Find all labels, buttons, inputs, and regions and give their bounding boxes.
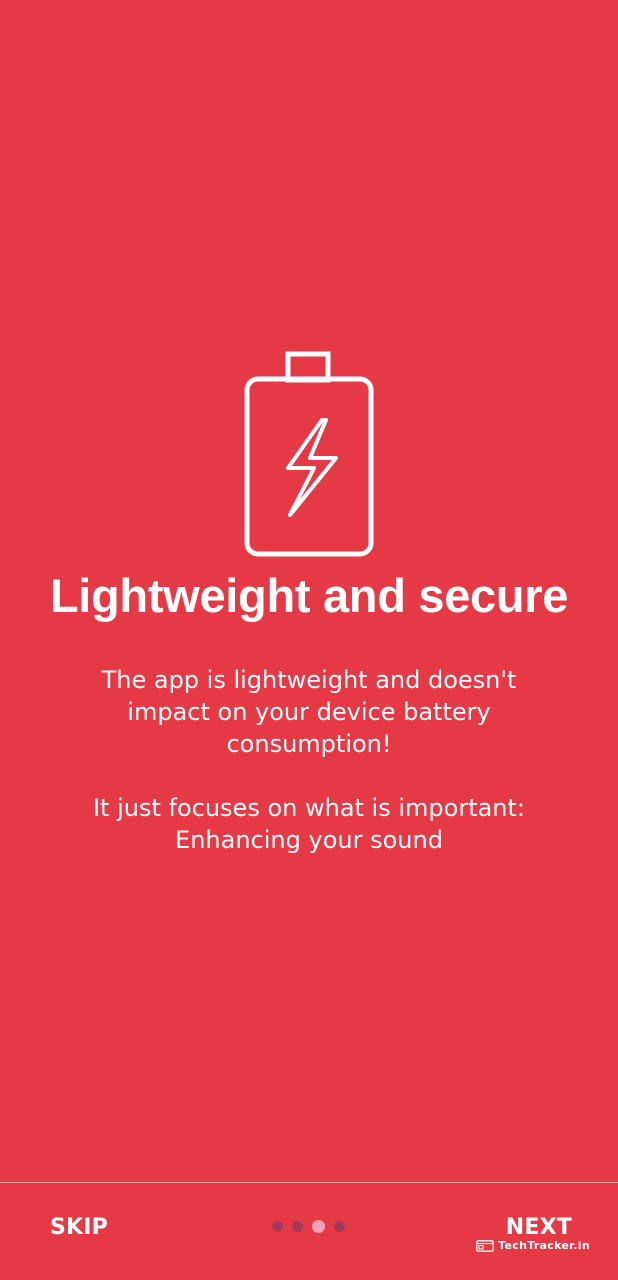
description: The app is lightweight and doesn't impac… (60, 664, 558, 856)
watermark-text: TechTracker.in (498, 1239, 590, 1252)
battery-charging-icon (244, 351, 374, 557)
onboarding-screen: Lightweight and secure The app is lightw… (0, 0, 618, 1280)
watermark: TechTracker.in (476, 1239, 590, 1252)
description-paragraph-1: The app is lightweight and doesn't impac… (101, 666, 517, 758)
page-dot-3-active[interactable] (312, 1219, 325, 1233)
page-dot-4[interactable] (334, 1220, 345, 1232)
page-indicator (272, 1219, 345, 1233)
onboarding-navigation-bar: SKIP NEXT TechTracker.in (0, 1183, 618, 1280)
description-paragraph-2: It just focuses on what is important: En… (92, 794, 526, 854)
page-title: Lightweight and secure (49, 569, 569, 622)
skip-button[interactable]: SKIP (38, 1209, 120, 1246)
page-dot-1[interactable] (272, 1220, 283, 1232)
page-dot-2[interactable] (292, 1220, 303, 1232)
browser-window-icon (476, 1239, 495, 1252)
